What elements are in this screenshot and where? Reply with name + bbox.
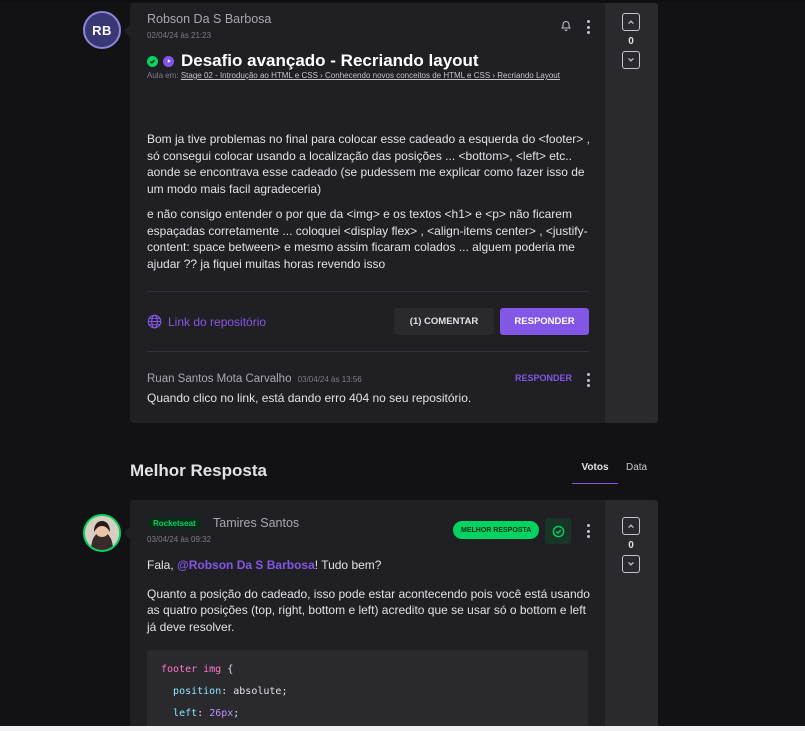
answer-author[interactable]: Tamires Santos xyxy=(213,516,299,530)
downvote-button[interactable] xyxy=(622,51,640,69)
lesson-prefix: Aula em: xyxy=(147,71,179,80)
section-title: Melhor Resposta xyxy=(130,461,267,480)
user-mention[interactable]: @Robson Da S Barbosa xyxy=(177,558,315,572)
lesson-link[interactable]: Stage 02 - Introdução ao HTML e CSS › Co… xyxy=(181,71,560,80)
divider xyxy=(147,291,589,292)
post-paragraph: Bom ja tive problemas no final para colo… xyxy=(147,132,590,196)
repo-link-label: Link do repositório xyxy=(168,314,267,329)
greeting-text-end: ! Tudo bem? xyxy=(314,558,382,572)
code-property: position xyxy=(173,686,222,697)
tab-date[interactable]: Data xyxy=(626,462,647,473)
bell-icon[interactable] xyxy=(560,20,572,32)
greeting-text: Fala, xyxy=(147,558,178,572)
post-author[interactable]: Robson Da S Barbosa xyxy=(147,12,271,26)
vote-control: 0 xyxy=(622,517,640,573)
code-line: left: 26px; xyxy=(173,708,240,719)
code-value: absolute xyxy=(233,686,282,697)
mark-best-button[interactable] xyxy=(545,518,571,544)
repo-link[interactable]: Link do repositório xyxy=(147,314,266,329)
chevron-down-icon xyxy=(628,561,634,566)
answer-date: 03/04/24 às 09:32 xyxy=(147,535,212,544)
question-card: Robson Da S Barbosa 02/04/24 às 21:23 De… xyxy=(130,3,658,423)
code-property: left xyxy=(173,708,198,719)
best-answer-badge: MELHOR RESPOSTA xyxy=(453,521,540,539)
code-line: position: absolute; xyxy=(173,686,288,697)
answer-body: Fala, @Robson Da S Barbosa! Tudo bem? Qu… xyxy=(147,557,593,647)
answer-more-options-icon[interactable] xyxy=(586,524,590,538)
reply-button[interactable]: RESPONDER xyxy=(500,308,589,335)
answer-avatar[interactable] xyxy=(83,514,121,552)
answer-card: Rocketseat Tamires Santos 03/04/24 às 09… xyxy=(130,500,658,726)
person-photo-icon xyxy=(85,516,119,550)
comment-date: 03/04/24 às 13:56 xyxy=(297,375,362,384)
comment-text: Quando clico no link, está dando erro 40… xyxy=(147,391,472,405)
vote-control: 0 xyxy=(622,13,640,69)
rocketseat-badge: Rocketseat xyxy=(147,517,202,529)
comment-header: Ruan Santos Mota Carvalho 03/04/24 às 13… xyxy=(147,373,362,385)
globe-icon xyxy=(147,314,162,329)
comment-author[interactable]: Ruan Santos Mota Carvalho xyxy=(147,373,291,385)
more-options-icon[interactable] xyxy=(586,20,590,34)
code-line: footer img { xyxy=(161,659,574,681)
code-value: 26px xyxy=(209,708,234,719)
tab-votes[interactable]: Votos xyxy=(572,462,618,484)
post-paragraph: e não consigo entender o por que da <img… xyxy=(147,207,588,271)
comment-reply-button[interactable]: RESPONDER xyxy=(515,373,572,383)
downvote-button[interactable] xyxy=(622,555,640,573)
title-row: Desafio avançado - Recriando layout xyxy=(147,51,479,71)
check-circle-icon xyxy=(147,55,158,67)
chevron-down-icon xyxy=(628,57,634,62)
comment-more-options-icon[interactable] xyxy=(586,373,590,387)
check-circle-icon xyxy=(552,525,564,537)
post-body: Bom ja tive problemas no final para colo… xyxy=(147,131,595,281)
answer-greeting: Fala, @Robson Da S Barbosa! Tudo bem? xyxy=(147,557,593,574)
chevron-up-icon xyxy=(628,20,634,25)
answer-paragraph: Quanto a posição do cadeado, isso pode e… xyxy=(147,586,590,634)
chevron-up-icon xyxy=(628,524,634,529)
top-strip xyxy=(0,0,805,2)
vote-count: 0 xyxy=(628,35,634,47)
avatar[interactable]: RB xyxy=(83,11,121,49)
video-icon xyxy=(163,55,174,67)
upvote-button[interactable] xyxy=(622,517,640,535)
code-block: footer img { position: absolute; left: 2… xyxy=(147,650,588,726)
post-date: 02/04/24 às 21:23 xyxy=(147,31,212,40)
comment-button[interactable]: (1) COMENTAR xyxy=(394,308,494,335)
divider xyxy=(147,351,589,352)
post-title: Desafio avançado - Recriando layout xyxy=(181,51,479,70)
vote-count: 0 xyxy=(628,539,634,551)
code-selector: footer img xyxy=(161,664,222,675)
bottom-strip xyxy=(0,726,805,731)
code-brace: { xyxy=(221,664,234,675)
lesson-breadcrumb: Aula em: Stage 02 - Introdução ao HTML e… xyxy=(147,71,560,80)
upvote-button[interactable] xyxy=(622,13,640,31)
